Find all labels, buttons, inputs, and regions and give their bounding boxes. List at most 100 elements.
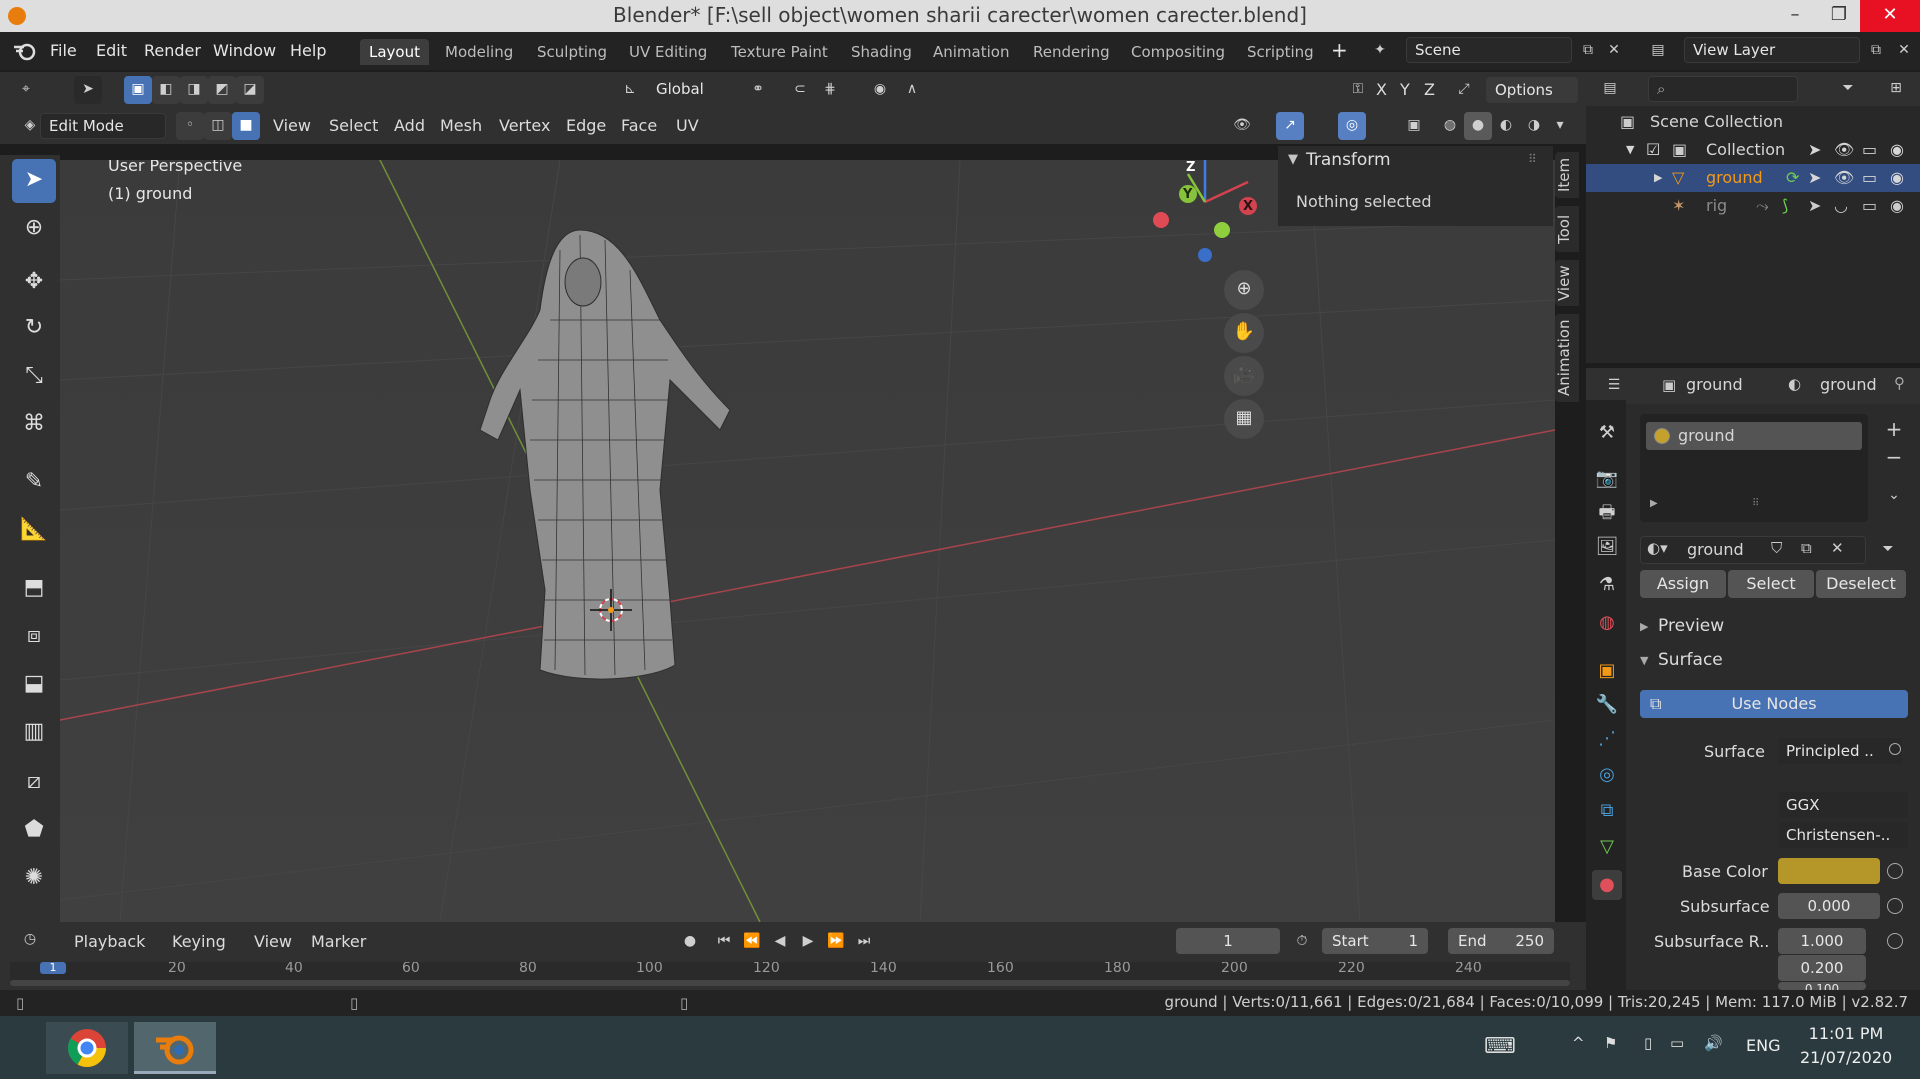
menu-uv[interactable]: UV [676,116,699,135]
timeline-view-menu[interactable]: View [254,932,292,951]
tab-texture-paint[interactable]: Texture Paint [722,39,837,65]
ortho-grid-icon[interactable]: ▦ [1224,399,1264,439]
unlink-material-icon[interactable]: ✕ [1831,539,1844,557]
end-frame-field[interactable]: End 250 [1448,928,1554,954]
add-slot-icon[interactable]: + [1880,416,1908,444]
menu-face[interactable]: Face [621,116,657,135]
knife-tool-icon[interactable]: ⧄ [12,761,56,805]
mirror-y[interactable]: Y [1400,80,1410,99]
play-icon[interactable]: ▶ [794,928,822,956]
face-select-icon[interactable]: ■ [232,112,260,140]
outliner-row-collection[interactable]: ▼ ☑ ▣ Collection ➤ 👁 ▭ ◉ [1586,136,1920,164]
surface-shader-dropdown[interactable]: Principled .. [1778,738,1902,764]
assign-button[interactable]: Assign [1640,570,1726,598]
duplicate-material-icon[interactable]: ⧉ [1801,539,1812,557]
tab-sculpting[interactable]: Sculpting [528,39,616,65]
timeline-playback-menu[interactable]: Playback [74,932,145,951]
expand-arrow-icon[interactable]: ▶ [1654,164,1662,192]
battery-icon[interactable]: ▯ [1644,1034,1652,1052]
measure-tool-icon[interactable]: 📐 [12,509,56,553]
render-toggle-icon[interactable]: ◉ [1890,164,1904,192]
visibility-icon[interactable]: 👁 [1228,112,1256,140]
network-icon[interactable]: ▭ [1670,1034,1684,1052]
delete-view-layer-icon[interactable]: ✕ [1890,37,1918,65]
play-reverse-icon[interactable]: ◀ [766,928,794,956]
jump-start-icon[interactable]: ⏮ [710,928,738,956]
select-invert-icon[interactable]: ◩ [208,76,236,104]
volume-icon[interactable]: 🔊 [1704,1034,1723,1052]
output-properties-icon[interactable]: 🖶 [1592,498,1622,528]
menu-select[interactable]: Select [329,116,378,135]
menu-render[interactable]: Render [144,41,201,60]
view-layer-icon[interactable]: ▤ [1644,37,1672,65]
outliner-row-scene-collection[interactable]: ▣ Scene Collection [1586,108,1920,136]
collapse-arrow-icon[interactable]: ▼ [1640,654,1648,667]
overlay-toggle-icon[interactable]: ◎ [1338,112,1366,140]
camera-view-icon[interactable]: 🎥 [1224,356,1264,396]
deselect-button[interactable]: Deselect [1816,570,1906,598]
tab-rendering[interactable]: Rendering [1024,39,1119,65]
material-properties-icon[interactable]: ● [1592,870,1622,900]
distribution-dropdown[interactable]: GGX [1778,792,1908,818]
mirror-z[interactable]: Z [1424,80,1435,99]
editor-type-icon[interactable]: ⌖ [12,76,40,104]
tab-shading[interactable]: Shading [842,39,921,65]
surface-section[interactable]: Surface [1658,650,1723,670]
properties-editor-icon[interactable]: ☰ [1600,372,1628,400]
rendered-shading-icon[interactable]: ◑ [1520,112,1548,140]
shading-options-icon[interactable]: ▾ [1546,112,1574,140]
minimize-button[interactable]: – [1772,0,1818,32]
slot-menu-icon[interactable]: ⌄ [1880,482,1908,510]
tab-view[interactable]: View [1555,260,1579,306]
socket-icon[interactable] [1887,863,1903,879]
prev-keyframe-icon[interactable]: ⏪ [738,928,766,956]
tab-scripting[interactable]: Scripting [1238,39,1323,65]
data-properties-icon[interactable]: ▽ [1592,832,1622,862]
3d-viewport[interactable]: User Perspective (1) ground ⊕ ✋ 🎥 ▦ [60,160,1555,922]
gizmo-toggle-icon[interactable]: ↗ [1276,112,1304,140]
modifier-properties-icon[interactable]: 🔧 [1592,690,1622,720]
preview-section[interactable]: Preview [1658,616,1724,636]
pivot-point-icon[interactable]: ⚭ [744,76,772,104]
timeline-ruler[interactable]: 1 20 40 60 80 100 120 140 160 180 200 220 240 [10,962,1570,986]
next-keyframe-icon[interactable]: ⏩ [822,928,850,956]
menu-view[interactable]: View [273,116,311,135]
view-layer-properties-icon[interactable]: 🖼 [1592,532,1622,562]
wireframe-shading-icon[interactable]: ◍ [1436,112,1464,140]
falloff-icon[interactable]: ∧ [898,76,926,104]
particles-properties-icon[interactable]: ⋰ [1592,724,1622,754]
input-language[interactable]: ENG [1746,1036,1780,1055]
list-resize-icon[interactable]: ⠿ [1752,498,1759,509]
options-dropdown[interactable]: Options [1486,77,1578,103]
render-properties-icon[interactable]: 📷 [1592,464,1622,494]
scene-properties-icon[interactable]: ⚗ [1592,570,1622,600]
add-workspace-icon[interactable]: + [1331,38,1348,62]
material-browse-icon[interactable]: ◐▾ [1647,539,1668,557]
select-box-tool-icon[interactable]: ➤ [12,159,56,203]
auto-merge-icon[interactable]: ⤢ [1450,76,1478,104]
tab-compositing[interactable]: Compositing [1122,39,1234,65]
visibility-eye-icon[interactable]: 👁 [1834,136,1854,164]
restore-button[interactable]: ❐ [1816,0,1862,32]
hidden-eye-icon[interactable]: ◡ [1834,192,1848,220]
pan-hand-icon[interactable]: ✋ [1224,313,1264,353]
vertex-select-icon[interactable]: ◦ [176,112,204,140]
new-scene-icon[interactable]: ⧉ [1574,37,1602,65]
timeline-scrollbar[interactable] [10,980,1570,986]
select-button[interactable]: Select [1728,570,1814,598]
socket-icon[interactable] [1889,743,1901,755]
tab-layout[interactable]: Layout [360,39,429,65]
outliner-row-rig[interactable]: ✶ rig ⤳ ⟆ ➤ ◡ ▭ ◉ [1586,192,1920,220]
physics-properties-icon[interactable]: ◎ [1592,760,1622,790]
select-subtract-icon[interactable]: ◨ [180,76,208,104]
selectable-icon[interactable]: ➤ [1808,164,1821,192]
select-extend-icon[interactable]: ◧ [152,76,180,104]
menu-help[interactable]: Help [290,41,326,60]
loop-cut-tool-icon[interactable]: ▥ [12,711,56,755]
start-frame-field[interactable]: Start 1 [1322,928,1428,954]
menu-vertex[interactable]: Vertex [499,116,550,135]
menu-add[interactable]: Add [394,116,425,135]
base-color-swatch[interactable] [1778,858,1880,884]
menu-mesh[interactable]: Mesh [440,116,482,135]
tab-animation[interactable]: Animation [924,39,1018,65]
